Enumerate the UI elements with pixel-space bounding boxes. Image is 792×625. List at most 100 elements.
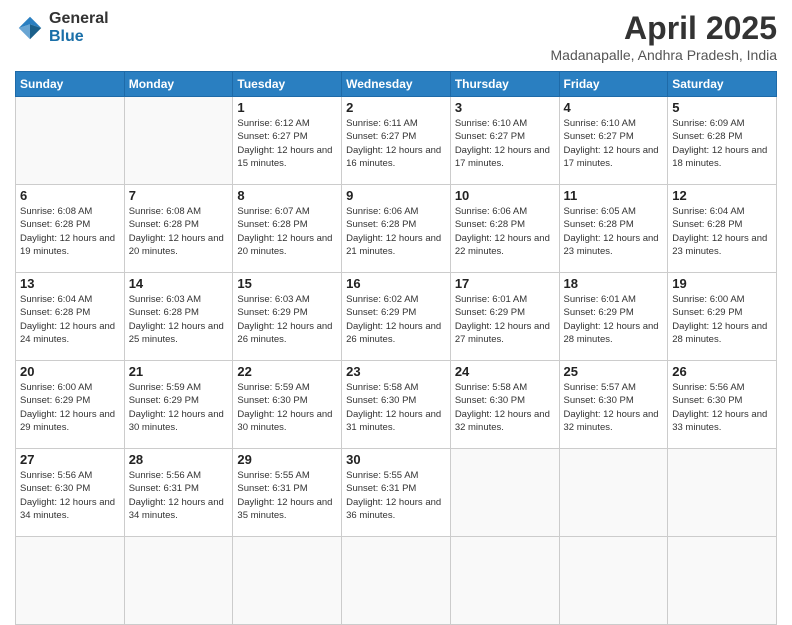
col-saturday: Saturday — [668, 72, 777, 97]
day-number: 15 — [237, 276, 337, 291]
day-info: Sunrise: 5:56 AMSunset: 6:30 PMDaylight:… — [672, 381, 772, 434]
day-info: Sunrise: 5:56 AMSunset: 6:31 PMDaylight:… — [129, 469, 229, 522]
day-number: 14 — [129, 276, 229, 291]
day-info: Sunrise: 5:55 AMSunset: 6:31 PMDaylight:… — [346, 469, 446, 522]
table-row — [450, 449, 559, 537]
day-info: Sunrise: 6:11 AMSunset: 6:27 PMDaylight:… — [346, 117, 446, 170]
day-info: Sunrise: 6:03 AMSunset: 6:28 PMDaylight:… — [129, 293, 229, 346]
day-number: 23 — [346, 364, 446, 379]
month-title: April 2025 — [551, 10, 778, 47]
table-row: 6Sunrise: 6:08 AMSunset: 6:28 PMDaylight… — [16, 185, 125, 273]
table-row: 23Sunrise: 5:58 AMSunset: 6:30 PMDayligh… — [342, 361, 451, 449]
table-row: 24Sunrise: 5:58 AMSunset: 6:30 PMDayligh… — [450, 361, 559, 449]
table-row: 7 Sunrise: 6:08 AMSunset: 6:28 PMDaylight… — [124, 185, 233, 273]
table-row: 15 Sunrise: 6:03 AMSunset: 6:29 PMDayligh… — [233, 273, 342, 361]
day-info: Sunrise: 5:59 AMSunset: 6:29 PMDaylight:… — [129, 381, 229, 434]
table-row: 14 Sunrise: 6:03 AMSunset: 6:28 PMDayligh… — [124, 273, 233, 361]
day-info: Sunrise: 5:56 AMSunset: 6:30 PMDaylight:… — [20, 469, 120, 522]
table-row — [450, 537, 559, 625]
day-info: Sunrise: 6:10 AMSunset: 6:27 PMDaylight:… — [564, 117, 664, 170]
logo-icon — [15, 13, 45, 43]
col-tuesday: Tuesday — [233, 72, 342, 97]
col-thursday: Thursday — [450, 72, 559, 97]
day-number: 7 — [129, 188, 229, 203]
day-info: Sunrise: 6:06 AMSunset: 6:28 PMDaylight:… — [455, 205, 555, 258]
day-info: Sunrise: 6:01 AMSunset: 6:29 PMDaylight:… — [564, 293, 664, 346]
table-row: 8Sunrise: 6:07 AMSunset: 6:28 PMDaylight… — [233, 185, 342, 273]
day-number: 3 — [455, 100, 555, 115]
day-info: Sunrise: 6:00 AMSunset: 6:29 PMDaylight:… — [20, 381, 120, 434]
location: Madanapalle, Andhra Pradesh, India — [551, 47, 778, 63]
day-number: 9 — [346, 188, 446, 203]
day-number: 28 — [129, 452, 229, 467]
table-row — [559, 537, 668, 625]
table-row: 16 Sunrise: 6:02 AMSunset: 6:29 PMDayligh… — [342, 273, 451, 361]
day-info: Sunrise: 6:03 AMSunset: 6:29 PMDaylight:… — [237, 293, 337, 346]
logo-general: General — [49, 10, 109, 28]
day-number: 10 — [455, 188, 555, 203]
table-row: 5 Sunrise: 6:09 AMSunset: 6:28 PMDaylight… — [668, 97, 777, 185]
table-row: 28 Sunrise: 5:56 AMSunset: 6:31 PMDayligh… — [124, 449, 233, 537]
day-number: 20 — [20, 364, 120, 379]
day-number: 24 — [455, 364, 555, 379]
day-number: 19 — [672, 276, 772, 291]
day-number: 25 — [564, 364, 664, 379]
day-number: 16 — [346, 276, 446, 291]
day-info: Sunrise: 5:57 AMSunset: 6:30 PMDaylight:… — [564, 381, 664, 434]
day-number: 27 — [20, 452, 120, 467]
day-info: Sunrise: 6:04 AMSunset: 6:28 PMDaylight:… — [672, 205, 772, 258]
calendar-row-6 — [16, 537, 777, 625]
table-row: 22Sunrise: 5:59 AMSunset: 6:30 PMDayligh… — [233, 361, 342, 449]
table-row: 10 Sunrise: 6:06 AMSunset: 6:28 PMDayligh… — [450, 185, 559, 273]
col-sunday: Sunday — [16, 72, 125, 97]
day-info: Sunrise: 6:04 AMSunset: 6:28 PMDaylight:… — [20, 293, 120, 346]
table-row — [16, 537, 125, 625]
day-info: Sunrise: 6:10 AMSunset: 6:27 PMDaylight:… — [455, 117, 555, 170]
day-info: Sunrise: 6:08 AMSunset: 6:28 PMDaylight:… — [129, 205, 229, 258]
table-row: 30Sunrise: 5:55 AMSunset: 6:31 PMDayligh… — [342, 449, 451, 537]
day-number: 13 — [20, 276, 120, 291]
table-row — [668, 449, 777, 537]
day-info: Sunrise: 6:01 AMSunset: 6:29 PMDaylight:… — [455, 293, 555, 346]
col-monday: Monday — [124, 72, 233, 97]
table-row: 1Sunrise: 6:12 AMSunset: 6:27 PMDaylight… — [233, 97, 342, 185]
day-number: 21 — [129, 364, 229, 379]
day-number: 12 — [672, 188, 772, 203]
table-row: 12 Sunrise: 6:04 AMSunset: 6:28 PMDayligh… — [668, 185, 777, 273]
table-row — [342, 537, 451, 625]
col-wednesday: Wednesday — [342, 72, 451, 97]
day-number: 22 — [237, 364, 337, 379]
logo-blue: Blue — [49, 28, 109, 46]
table-row: 26Sunrise: 5:56 AMSunset: 6:30 PMDayligh… — [668, 361, 777, 449]
table-row: 29Sunrise: 5:55 AMSunset: 6:31 PMDayligh… — [233, 449, 342, 537]
day-info: Sunrise: 6:08 AMSunset: 6:28 PMDaylight:… — [20, 205, 120, 258]
table-row — [16, 97, 125, 185]
table-row: 19 Sunrise: 6:00 AMSunset: 6:29 PMDayligh… — [668, 273, 777, 361]
calendar-row-5: 27 Sunrise: 5:56 AMSunset: 6:30 PMDayligh… — [16, 449, 777, 537]
day-info: Sunrise: 6:09 AMSunset: 6:28 PMDaylight:… — [672, 117, 772, 170]
table-row — [668, 537, 777, 625]
day-info: Sunrise: 6:00 AMSunset: 6:29 PMDaylight:… — [672, 293, 772, 346]
table-row: 11Sunrise: 6:05 AMSunset: 6:28 PMDayligh… — [559, 185, 668, 273]
day-number: 2 — [346, 100, 446, 115]
calendar-table: Sunday Monday Tuesday Wednesday Thursday… — [15, 71, 777, 625]
logo-text: General Blue — [49, 10, 109, 45]
calendar-row-2: 6Sunrise: 6:08 AMSunset: 6:28 PMDaylight… — [16, 185, 777, 273]
day-number: 4 — [564, 100, 664, 115]
table-row — [124, 537, 233, 625]
day-info: Sunrise: 6:06 AMSunset: 6:28 PMDaylight:… — [346, 205, 446, 258]
calendar-row-4: 20 Sunrise: 6:00 AMSunset: 6:29 PMDayligh… — [16, 361, 777, 449]
table-row — [124, 97, 233, 185]
table-row — [559, 449, 668, 537]
table-row: 20 Sunrise: 6:00 AMSunset: 6:29 PMDayligh… — [16, 361, 125, 449]
table-row: 18Sunrise: 6:01 AMSunset: 6:29 PMDayligh… — [559, 273, 668, 361]
day-info: Sunrise: 5:55 AMSunset: 6:31 PMDaylight:… — [237, 469, 337, 522]
page: General Blue April 2025 Madanapalle, And… — [0, 0, 792, 612]
table-row: 3 Sunrise: 6:10 AMSunset: 6:27 PMDaylight… — [450, 97, 559, 185]
day-info: Sunrise: 6:07 AMSunset: 6:28 PMDaylight:… — [237, 205, 337, 258]
day-number: 11 — [564, 188, 664, 203]
calendar-header-row: Sunday Monday Tuesday Wednesday Thursday… — [16, 72, 777, 97]
day-number: 5 — [672, 100, 772, 115]
table-row: 4 Sunrise: 6:10 AMSunset: 6:27 PMDaylight… — [559, 97, 668, 185]
day-info: Sunrise: 6:02 AMSunset: 6:29 PMDaylight:… — [346, 293, 446, 346]
